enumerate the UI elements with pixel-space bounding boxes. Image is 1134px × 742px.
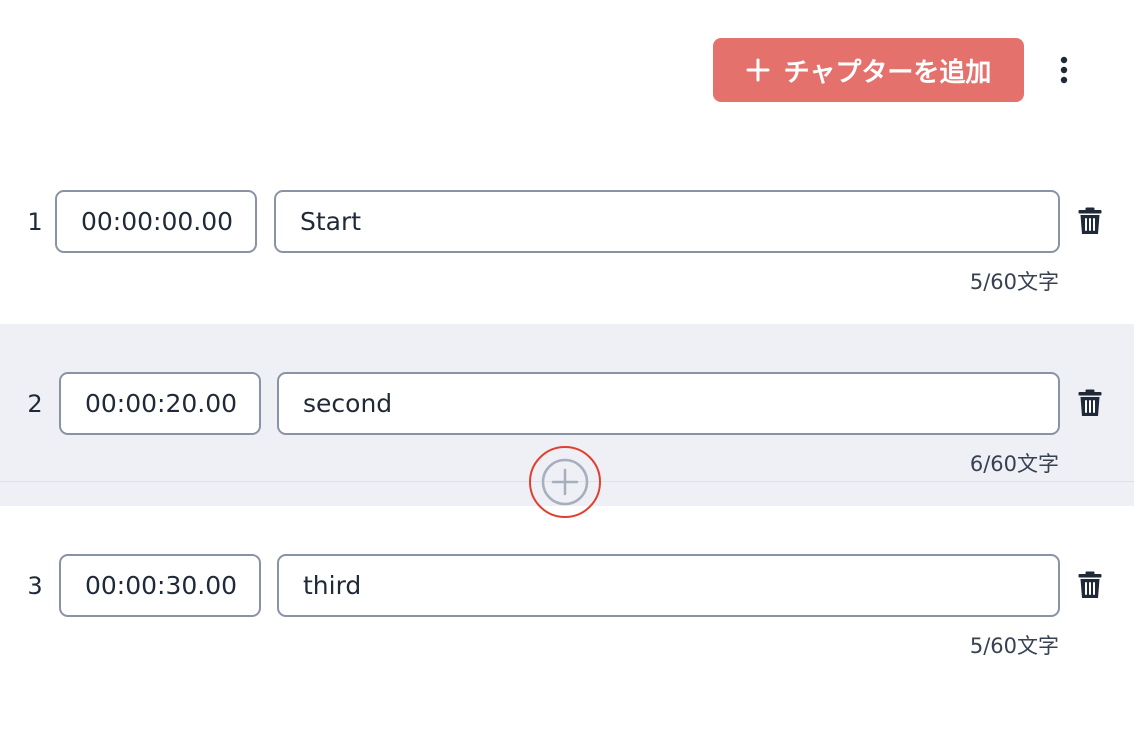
circle-plus-icon — [541, 458, 589, 506]
chapter-editor: チャプターを追加 1 5/60文字 2 — [0, 0, 1134, 742]
chapter-title-input[interactable] — [274, 190, 1060, 253]
trash-icon — [1078, 389, 1102, 416]
trash-icon — [1078, 207, 1102, 234]
trash-icon — [1078, 571, 1102, 598]
chapter-title-input[interactable] — [277, 554, 1060, 617]
add-chapter-button[interactable]: チャプターを追加 — [713, 38, 1024, 102]
toolbar: チャプターを追加 — [0, 38, 1134, 102]
delete-chapter-button[interactable] — [1074, 204, 1106, 238]
char-count: 5/60文字 — [969, 270, 1059, 294]
delete-chapter-button[interactable] — [1074, 386, 1106, 420]
chapter-row: 1 5/60文字 — [0, 142, 1134, 324]
more-options-button[interactable] — [1044, 50, 1084, 90]
char-count: 6/60文字 — [969, 452, 1059, 476]
chapter-time-input[interactable] — [59, 372, 261, 435]
chapter-index: 2 — [27, 390, 43, 418]
chapter-title-input[interactable] — [277, 372, 1060, 435]
chapter-index: 1 — [27, 208, 43, 236]
chapter-row: 3 5/60文字 — [0, 506, 1134, 688]
vertical-dots-icon — [1060, 56, 1068, 84]
delete-chapter-button[interactable] — [1074, 568, 1106, 602]
add-chapter-label: チャプターを追加 — [783, 57, 992, 88]
char-count: 5/60文字 — [969, 634, 1059, 658]
chapter-time-input[interactable] — [59, 554, 261, 617]
chapter-index: 3 — [27, 572, 43, 600]
chapter-time-input[interactable] — [55, 190, 257, 253]
plus-icon — [746, 58, 770, 82]
